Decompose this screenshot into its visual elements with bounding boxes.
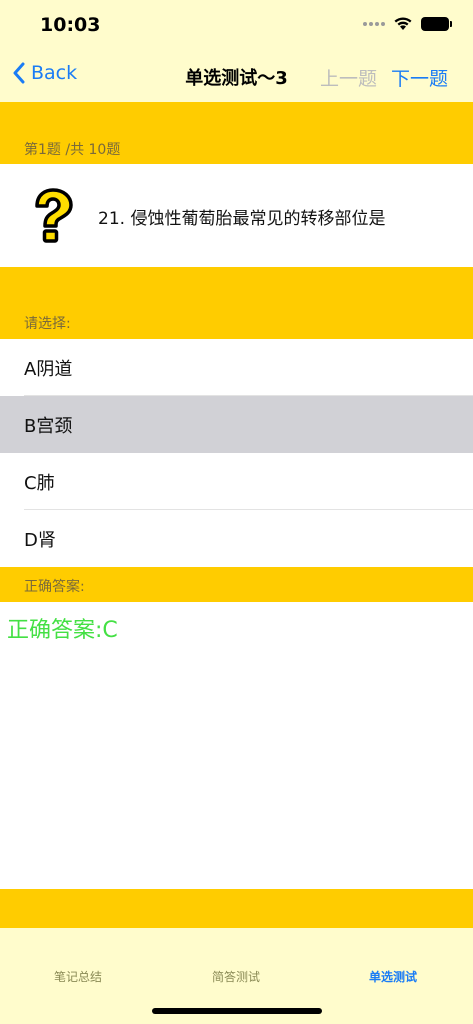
option-label: B宫颈 (24, 415, 73, 437)
navigation-bar: Back 单选测试～3 上一题 下一题 (0, 52, 473, 102)
wifi-icon (394, 17, 412, 30)
tab-single-choice-test[interactable]: 单选测试 (333, 968, 453, 985)
status-icons (363, 16, 452, 31)
next-question-button[interactable]: 下一题 (391, 64, 448, 91)
answer-section-label: 正确答案: (24, 579, 85, 595)
option-label: D肾 (24, 529, 56, 551)
tab-short-answer-test[interactable]: 简答测试 (176, 968, 296, 985)
progress-label: 第1题 /共 10题 (24, 142, 121, 158)
status-bar: 10:03 (0, 0, 473, 52)
option-d[interactable]: D肾 (0, 510, 473, 567)
option-a[interactable]: A阴道 (0, 339, 473, 396)
choose-label: 请选择: (24, 316, 71, 332)
option-label: C肺 (24, 472, 55, 494)
tab-notes-summary[interactable]: 笔记总结 (18, 968, 138, 985)
correct-answer-text: 正确答案:C (7, 618, 118, 643)
previous-question-button[interactable]: 上一题 (320, 64, 377, 91)
option-c[interactable]: C肺 (0, 453, 473, 510)
question-row: 21. 侵蚀性葡萄胎最常见的转移部位是 (0, 164, 473, 267)
option-b[interactable]: B宫颈 (0, 396, 473, 453)
choose-section: 请选择: (0, 267, 473, 339)
battery-icon (421, 16, 452, 31)
question-text: 21. 侵蚀性葡萄胎最常见的转移部位是 (98, 209, 386, 229)
home-indicator (152, 1008, 322, 1014)
option-label: A阴道 (24, 358, 73, 380)
answer-section: 正确答案: (0, 567, 473, 602)
question-mark-icon (35, 188, 73, 243)
progress-section: 第1题 /共 10题 (0, 102, 473, 164)
signal-icon (363, 21, 385, 26)
bottom-band (0, 889, 473, 928)
status-time: 10:03 (40, 14, 101, 36)
